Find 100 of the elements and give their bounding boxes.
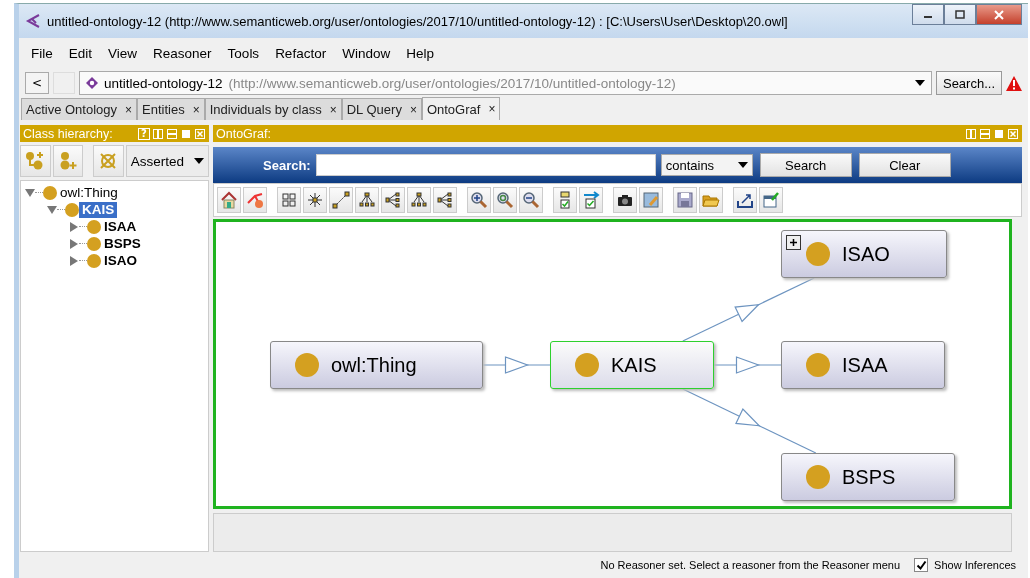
split-horizontal-button[interactable] bbox=[979, 127, 991, 140]
close-tab-button[interactable]: × bbox=[329, 102, 337, 117]
close-tab-button[interactable]: × bbox=[125, 102, 133, 117]
expanded-arrow-icon[interactable] bbox=[47, 204, 57, 215]
tab[interactable]: Entities × bbox=[137, 98, 205, 120]
spring-layout-button[interactable] bbox=[329, 187, 353, 213]
panel-title: OntoGraf: bbox=[216, 126, 272, 141]
class-node[interactable]: KAIS bbox=[550, 341, 714, 389]
horizontal-tree-button[interactable] bbox=[381, 187, 405, 213]
split-vertical-button[interactable] bbox=[965, 127, 977, 140]
menu-item[interactable]: View bbox=[100, 45, 146, 61]
pin-icon bbox=[762, 191, 780, 209]
save-button[interactable] bbox=[673, 187, 697, 213]
vertical-tree-button[interactable] bbox=[355, 187, 379, 213]
subclass-arrow bbox=[713, 356, 782, 374]
class-icon bbox=[87, 253, 101, 268]
delete-class-button[interactable] bbox=[93, 145, 124, 177]
arc-filter-button[interactable] bbox=[579, 187, 603, 213]
maximize-view-button[interactable] bbox=[180, 127, 192, 140]
vertical-tree-button[interactable] bbox=[407, 187, 431, 213]
close-tab-button[interactable]: × bbox=[192, 102, 200, 117]
tree-item[interactable]: ISAO bbox=[101, 252, 140, 269]
class-node[interactable]: BSPS bbox=[781, 453, 955, 501]
horizontal-tree-button[interactable] bbox=[433, 187, 457, 213]
split-vertical-button[interactable] bbox=[152, 127, 164, 140]
node-label: ISAA bbox=[842, 353, 888, 377]
checkbox[interactable] bbox=[914, 558, 929, 572]
radial-layout-icon bbox=[306, 191, 324, 209]
match-dropdown[interactable]: contains bbox=[660, 154, 753, 176]
split-horizontal-button[interactable] bbox=[166, 127, 178, 140]
zoom-in-button[interactable] bbox=[467, 187, 491, 213]
zoom-reset-button[interactable] bbox=[493, 187, 517, 213]
radial-layout-button[interactable] bbox=[303, 187, 327, 213]
close-view-button[interactable] bbox=[194, 127, 206, 140]
close-tab-button[interactable]: × bbox=[409, 102, 417, 117]
close-view-button[interactable] bbox=[1007, 127, 1019, 140]
close-button[interactable] bbox=[976, 4, 1022, 25]
clear-button[interactable]: Clear bbox=[858, 153, 951, 177]
menu-item[interactable]: Help bbox=[398, 45, 442, 61]
add-sibling-button[interactable] bbox=[52, 145, 84, 177]
tree-item[interactable]: owl:Thing bbox=[57, 184, 121, 201]
camera-button[interactable] bbox=[613, 187, 637, 213]
collapsed-arrow-icon[interactable] bbox=[69, 255, 79, 266]
search-field[interactable] bbox=[315, 154, 656, 176]
zoom-out-button[interactable] bbox=[519, 187, 543, 213]
menu-item[interactable]: Window bbox=[334, 45, 399, 61]
arc-filter-icon bbox=[582, 191, 600, 209]
menu-item[interactable]: Refactor bbox=[267, 45, 335, 61]
spring-layout-icon bbox=[332, 191, 350, 209]
tree-item[interactable]: ISAA bbox=[101, 218, 140, 235]
menu-item[interactable]: Edit bbox=[60, 45, 101, 61]
node-label: KAIS bbox=[611, 353, 657, 377]
maximize-button[interactable] bbox=[944, 4, 976, 25]
tree-item[interactable]: KAIS bbox=[79, 201, 118, 218]
remove-nodes-button[interactable] bbox=[243, 187, 267, 213]
class-icon bbox=[87, 236, 101, 251]
search-button[interactable]: Search... bbox=[935, 71, 1002, 95]
grid-layout-button[interactable] bbox=[277, 187, 301, 213]
zoom-out-icon bbox=[522, 191, 540, 209]
close-tab-button[interactable]: × bbox=[488, 102, 496, 116]
minimize-button[interactable] bbox=[912, 4, 944, 25]
ontology-selector[interactable]: untitled-ontology-12 (http://www.semanticweb.org/user/ontologies/2017/10/untitled-ontology-12) bbox=[79, 71, 932, 95]
zoom-reset-icon bbox=[496, 191, 514, 209]
menu-item[interactable]: File bbox=[23, 45, 61, 61]
class-node[interactable]: owl:Thing bbox=[270, 341, 483, 389]
remove-nodes-icon bbox=[246, 191, 264, 209]
home-button[interactable] bbox=[217, 187, 241, 213]
menu-item[interactable]: Reasoner bbox=[145, 45, 220, 61]
class-node[interactable]: ISAO bbox=[781, 230, 947, 278]
caret-icon bbox=[914, 80, 925, 86]
tab[interactable]: Active Ontology × bbox=[21, 98, 138, 120]
tree-item[interactable]: BSPS bbox=[101, 235, 144, 252]
class-icon bbox=[65, 202, 79, 217]
back-button[interactable]: < bbox=[25, 72, 49, 94]
collapsed-arrow-icon[interactable] bbox=[69, 238, 79, 249]
node-filter-button[interactable] bbox=[553, 187, 577, 213]
subclass-arrow bbox=[482, 356, 551, 374]
tab[interactable]: Individuals by class × bbox=[204, 98, 342, 120]
maximize-view-button[interactable] bbox=[993, 127, 1005, 140]
menu-item[interactable]: Tools bbox=[219, 45, 268, 61]
expanded-arrow-icon[interactable] bbox=[25, 187, 35, 198]
image-edit-icon bbox=[642, 191, 660, 209]
status-message: No Reasoner set. Select a reasoner from the Reasoner menu bbox=[600, 559, 901, 571]
class-node[interactable]: ISAA bbox=[781, 341, 945, 389]
hierarchy-mode-dropdown[interactable]: Asserted bbox=[125, 145, 209, 177]
caret-icon bbox=[737, 162, 748, 168]
collapsed-arrow-icon[interactable] bbox=[69, 221, 79, 232]
expand-button[interactable] bbox=[786, 235, 801, 250]
pin-button[interactable] bbox=[759, 187, 783, 213]
add-subclass-button[interactable] bbox=[20, 145, 51, 177]
check-icon bbox=[915, 559, 927, 571]
tab[interactable]: OntoGraf × bbox=[421, 97, 501, 120]
export-button[interactable] bbox=[733, 187, 757, 213]
open-folder-button[interactable] bbox=[699, 187, 723, 213]
node-label: ISAO bbox=[842, 242, 890, 266]
tab[interactable]: DL Query × bbox=[341, 98, 422, 120]
class-icon bbox=[295, 353, 319, 377]
close-icon bbox=[993, 9, 1005, 20]
maximize-icon bbox=[954, 9, 966, 20]
search-button[interactable]: Search bbox=[759, 153, 852, 177]
